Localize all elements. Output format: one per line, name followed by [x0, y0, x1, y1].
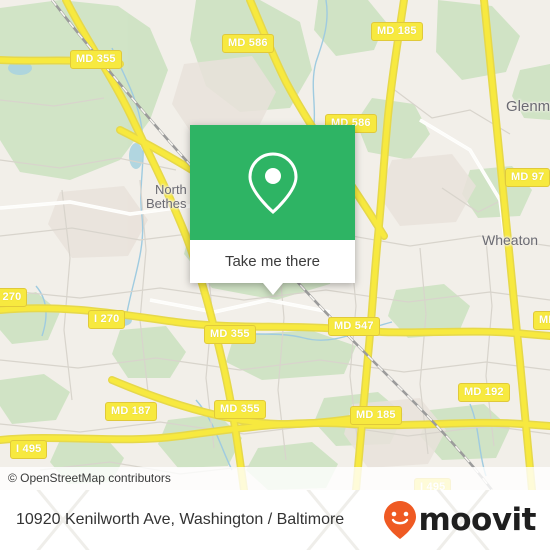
road-shield-md-east-edge[interactable]: MD	[533, 311, 550, 330]
road-shield-md-187[interactable]: MD 187	[105, 402, 157, 421]
road-shield-md-355-south[interactable]: MD 355	[214, 400, 266, 419]
moovit-brand[interactable]: moovit	[383, 500, 536, 540]
moovit-pin-smile-icon	[384, 501, 417, 539]
place-label-wheaton: Wheaton	[482, 232, 539, 248]
road-shield-i-495-southwest[interactable]: I 495	[10, 440, 48, 459]
footer-bar: 10920 Kenilworth Ave, Washington / Balti…	[0, 490, 550, 550]
popup-tail-pointer	[262, 283, 283, 295]
road-shield-md-97-east[interactable]: MD 97	[505, 168, 550, 187]
place-label-glenmont: Glenm	[506, 98, 550, 115]
place-label-north-bethesda-line2: Bethes	[146, 196, 187, 211]
location-title: 10920 Kenilworth Ave, Washington / Balti…	[16, 511, 345, 528]
take-me-there-label: Take me there	[224, 252, 321, 270]
road-shield-md-192[interactable]: MD 192	[458, 383, 510, 402]
map-pin-icon	[247, 151, 298, 214]
road-shield-i-270-west-edge[interactable]: I 270	[0, 288, 28, 307]
place-label-north-bethesda-line1: North	[155, 182, 187, 197]
road-shield-md-185-north[interactable]: MD 185	[371, 22, 423, 41]
road-shield-md-547[interactable]: MD 547	[328, 317, 380, 336]
road-shield-md-355-northwest[interactable]: MD 355	[70, 50, 122, 69]
road-shield-md-586-north[interactable]: MD 586	[222, 34, 274, 53]
road-shield-md-355-center[interactable]: MD 355	[204, 325, 256, 344]
moovit-map-screenshot: Glenm Wheaton North Bethes MD 355 MD 586…	[0, 0, 550, 550]
map-canvas[interactable]: Glenm Wheaton North Bethes MD 355 MD 586…	[0, 0, 550, 490]
destination-popup-card[interactable]: Take me there	[190, 125, 355, 295]
popup-icon-area	[190, 125, 355, 240]
road-shield-md-185-south[interactable]: MD 185	[350, 406, 402, 425]
road-shield-i-270-west[interactable]: I 270	[88, 310, 126, 329]
moovit-wordmark: moovit	[418, 501, 536, 538]
map-attribution[interactable]: © OpenStreetMap contributors	[0, 467, 550, 490]
popup-action-area[interactable]: Take me there	[190, 240, 355, 283]
